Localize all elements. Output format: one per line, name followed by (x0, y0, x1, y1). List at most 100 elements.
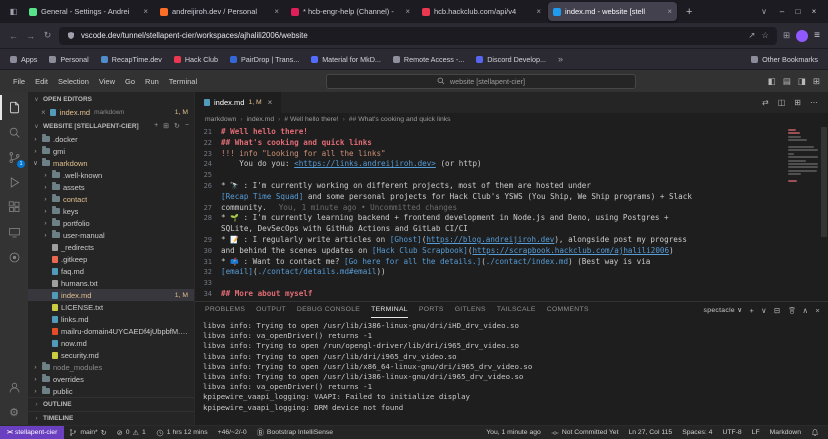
other-bookmarks[interactable]: Other Bookmarks (751, 55, 818, 64)
browser-tab[interactable]: index.md - website [stell× (548, 2, 677, 21)
new-file-icon[interactable]: + (154, 122, 158, 130)
tree-item-links-md[interactable]: links.md (28, 313, 194, 325)
breadcrumb-item[interactable]: ## What's cooking and quick links (349, 116, 451, 123)
minimize-icon[interactable]: – (774, 7, 790, 16)
code-line[interactable]: 22## What's cooking and quick links (195, 138, 786, 149)
tree-item--gitkeep[interactable]: .gitkeep (28, 253, 194, 265)
code-line[interactable]: 31* 📫 : Want to contact me? [Go here for… (195, 257, 786, 268)
maximize-icon[interactable]: □ (790, 7, 806, 16)
commit-status[interactable]: Not Committed Yet (546, 426, 624, 439)
menubar-item-edit[interactable]: Edit (30, 77, 53, 86)
close-icon[interactable]: × (268, 98, 273, 107)
toggle-sidebar-icon[interactable]: ◧ (768, 76, 776, 87)
menubar-item-file[interactable]: File (8, 77, 30, 86)
indentation-status[interactable]: Spaces: 4 (677, 426, 717, 439)
tree-item-humans-txt[interactable]: humans.txt (28, 277, 194, 289)
tree-item-gmi[interactable]: ›gmi (28, 145, 194, 157)
code-editor[interactable]: 21# Well hello there!22## What's cooking… (195, 125, 828, 301)
breadcrumb-item[interactable]: # Well hello there! (284, 116, 338, 123)
bookmark-item[interactable]: Remote Access -... (393, 55, 464, 64)
tab-close-icon[interactable]: × (667, 7, 672, 16)
wakatime-status[interactable]: 1 hrs 12 mins (151, 426, 213, 439)
back-icon[interactable]: ← (8, 31, 19, 41)
split-terminal-icon[interactable]: ⊟ (774, 306, 781, 315)
editor-tab-index-md[interactable]: index.md 1, M × (195, 92, 282, 113)
more-actions-icon[interactable]: ⋯ (810, 98, 818, 107)
cursor-position[interactable]: Ln 27, Col 115 (623, 426, 677, 439)
panel-tab-output[interactable]: OUTPUT (256, 302, 286, 318)
tab-close-icon[interactable]: × (143, 7, 148, 16)
bookmark-item[interactable]: Apps (10, 55, 37, 64)
panel-tab-terminal[interactable]: TERMINAL (371, 302, 408, 318)
reload-icon[interactable]: ↻ (42, 30, 53, 41)
tab-close-icon[interactable]: × (405, 7, 410, 16)
tree-item-portfolio[interactable]: ›portfolio (28, 217, 194, 229)
settings-gear-icon[interactable]: ⚙ (0, 400, 28, 425)
menubar-item-selection[interactable]: Selection (53, 77, 94, 86)
tab-close-icon[interactable]: × (536, 7, 541, 16)
browser-tab[interactable]: andreijiroh.dev / Personal× (155, 2, 284, 21)
hamburger-menu-icon[interactable]: ≡ (814, 30, 820, 41)
bookmarks-overflow-icon[interactable]: » (558, 54, 563, 64)
maximize-panel-icon[interactable]: ∧ (803, 306, 809, 315)
profile-avatar[interactable] (796, 30, 808, 42)
tree-item--docker[interactable]: ›.docker (28, 133, 194, 145)
tree-item-markdown[interactable]: ∨markdown (28, 157, 194, 169)
browser-tab[interactable]: General - Settings - Andrei× (24, 2, 153, 21)
panel-tab-tailscale[interactable]: TAILSCALE (497, 302, 536, 318)
run-debug-icon[interactable] (0, 170, 28, 195)
panel-tab-ports[interactable]: PORTS (419, 302, 444, 318)
search-icon[interactable] (0, 120, 28, 145)
code-line[interactable]: [Recap Time Squad] and some personal pro… (195, 192, 786, 203)
bookmark-item[interactable]: RecapTime.dev (101, 55, 162, 64)
bookmark-star-icon[interactable]: ☆ (761, 30, 769, 41)
encoding-status[interactable]: UTF-8 (717, 426, 746, 439)
code-line[interactable]: 30and behind the scenes updates on [Hack… (195, 246, 786, 257)
code-line[interactable]: 23!!! info "Looking for all the links" (195, 149, 786, 160)
close-panel-icon[interactable]: × (815, 306, 820, 315)
scrollbar-thumb[interactable] (821, 127, 827, 237)
code-line[interactable]: 32[email](./contact/details.md#email)) (195, 267, 786, 278)
code-line[interactable]: 34## More about myself (195, 289, 786, 300)
account-icon[interactable] (0, 375, 28, 400)
outline-header[interactable]: › OUTLINE (28, 397, 194, 411)
code-line[interactable]: 33 (195, 278, 786, 289)
editor-scrollbar[interactable] (820, 125, 828, 301)
tree-item-contact[interactable]: ›contact (28, 193, 194, 205)
list-all-tabs-icon[interactable]: ∨ (757, 7, 771, 16)
panel-tab-debug-console[interactable]: DEBUG CONSOLE (297, 302, 360, 318)
code-line[interactable]: 24 You do you: <https://links.andreijiro… (195, 159, 786, 170)
breadcrumb-item[interactable]: markdown (205, 116, 236, 123)
forward-icon[interactable]: → (25, 31, 36, 41)
bookmark-item[interactable]: Discord Develop... (476, 55, 546, 64)
new-terminal-icon[interactable]: + (749, 306, 754, 315)
panel-tab-problems[interactable]: PROBLEMS (205, 302, 245, 318)
kill-terminal-icon[interactable] (788, 306, 796, 314)
close-icon[interactable]: × (41, 108, 46, 117)
minimap[interactable] (786, 125, 820, 301)
menubar-item-view[interactable]: View (94, 77, 120, 86)
tree-item-now-md[interactable]: now.md (28, 337, 194, 349)
new-tab-button[interactable]: + (680, 6, 698, 18)
extensions-icon[interactable] (0, 195, 28, 220)
new-folder-icon[interactable]: ⊞ (163, 122, 169, 130)
bookmark-item[interactable]: Hack Club (174, 55, 218, 64)
command-center-search[interactable]: website [stellapent-cier] (326, 74, 636, 89)
share-icon[interactable]: ↗ (748, 30, 755, 41)
bookmark-item[interactable]: Personal (49, 55, 88, 64)
terminal-dropdown-icon[interactable]: ∨ (761, 306, 767, 315)
toggle-panel-icon[interactable]: ▤ (783, 76, 791, 87)
tree-item-faq-md[interactable]: faq.md (28, 265, 194, 277)
language-status[interactable]: Markdown (765, 426, 806, 439)
open-editors-header[interactable]: ∨ OPEN EDITORS (28, 92, 194, 106)
eol-status[interactable]: LF (747, 426, 765, 439)
code-line[interactable]: 28* 🌱 : I'm currently learning backend +… (195, 213, 786, 224)
code-line[interactable]: SQLite, DevSecOps with GitHub Actions an… (195, 224, 786, 235)
tree-item-index-md[interactable]: index.md1, M (28, 289, 194, 301)
tree-item-overrides[interactable]: ›overrides (28, 373, 194, 385)
bookmark-item[interactable]: Material for MkD... (311, 55, 381, 64)
tree-item-node-modules[interactable]: ›node_modules (28, 361, 194, 373)
gitlens-icon[interactable] (0, 245, 28, 270)
panel-tab-gitlens[interactable]: GITLENS (455, 302, 486, 318)
code-line[interactable]: 21# Well hello there! (195, 127, 786, 138)
